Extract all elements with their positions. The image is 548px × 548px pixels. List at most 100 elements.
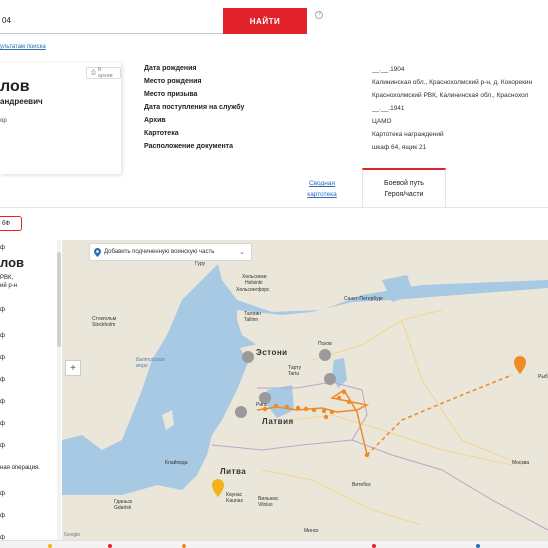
info-label-draft-place: Место призыва: [144, 91, 198, 98]
map-label-sea: Балтийское море: [136, 357, 165, 369]
list-item[interactable]: ф: [0, 490, 5, 498]
map-label-city: Гуру: [195, 261, 206, 267]
info-value-document-location: шкаф 64, ящик 21: [372, 144, 427, 151]
legend-red-dot: [108, 544, 112, 548]
chevron-down-icon: ⌄: [239, 249, 245, 256]
combat-path-list[interactable]: ф лов РВК, ий р-н ф ф ф ф ф ф ф ная опер…: [0, 240, 62, 548]
route-point: [284, 404, 290, 410]
route-point: [295, 405, 301, 411]
tabs-divider: [0, 207, 548, 208]
route-point: [336, 395, 342, 401]
grey-star-marker: [242, 351, 254, 363]
map-pin-icon: [94, 248, 101, 257]
search-input[interactable]: 04: [0, 8, 223, 34]
person-rank: ор: [0, 118, 7, 124]
map-label-city: Tallinn: [244, 317, 259, 323]
map-label-city: Клайпеда: [165, 460, 188, 466]
search-button[interactable]: НАЙТИ: [223, 8, 307, 34]
filter-chip[interactable]: бФ: [0, 216, 22, 231]
info-label-document-location: Расположение документа: [144, 143, 234, 150]
route-point: [346, 399, 352, 405]
list-item[interactable]: ф: [0, 306, 5, 314]
info-value-service-date: __.__.1941: [372, 105, 405, 112]
list-item[interactable]: РВК,: [0, 274, 13, 282]
map-label-city: Москва: [512, 460, 530, 466]
map-label-city: Хельсингфорс: [236, 287, 270, 293]
legend-orange-dot: [182, 544, 186, 548]
tab-summary-line1: Сводная: [308, 180, 336, 187]
map-label-city: Витебск: [352, 482, 371, 488]
list-item[interactable]: ф: [0, 442, 5, 450]
map-label-city: Tartu: [288, 371, 300, 377]
grey-star-marker: [324, 373, 336, 385]
grey-star-marker: [319, 349, 331, 361]
list-surname: лов: [0, 255, 25, 270]
tab-combat-path-line1: Боевой путь: [384, 180, 424, 187]
legend-red-dot: [372, 544, 376, 548]
person-surname: лов: [0, 78, 30, 95]
info-label-archive: Архив: [144, 117, 166, 124]
route-point: [341, 389, 347, 395]
info-label-birth-date: Дата рождения: [144, 65, 197, 72]
list-item[interactable]: ф: [0, 398, 5, 406]
info-value-birth-date: __.__.1904: [372, 66, 405, 73]
list-item[interactable]: ф: [0, 332, 5, 340]
map-label-city: Псков: [318, 341, 332, 347]
map-label-city: Helsinki: [245, 280, 263, 286]
add-subordinate-unit-select[interactable]: Добавить подчиненную воинскую часть ⌄: [89, 243, 252, 261]
map-label-country: Литва: [220, 467, 247, 476]
map-label-city: Stockholm: [92, 322, 116, 328]
map-label-city: Gdańsk: [114, 505, 132, 511]
info-value-birth-place: Калининская обл., Краснохолмский р-н, д.…: [372, 79, 533, 86]
list-item[interactable]: ий р-н: [0, 282, 17, 290]
route-point: [303, 406, 309, 412]
help-icon[interactable]: ?: [315, 11, 323, 19]
tab-summary-card-index[interactable]: Сводная картотека: [306, 178, 338, 200]
archive-button[interactable]: ⎙ В архив: [86, 67, 121, 79]
list-item[interactable]: ная операция.: [0, 464, 40, 472]
map-label-city: Минск: [304, 528, 319, 534]
person-name: андреевич: [0, 97, 43, 106]
info-label-service-date: Дата поступления на службу: [144, 104, 245, 111]
map-label-country: Эстони: [256, 348, 288, 357]
route-point: [321, 408, 327, 414]
combat-path-map[interactable]: Добавить подчиненную воинскую часть ⌄ + …: [62, 240, 548, 540]
info-value-card-index: Картотека награждений: [372, 131, 444, 138]
route-point: [273, 403, 279, 409]
grey-star-marker: [235, 406, 247, 418]
map-label-city: Рига: [256, 402, 267, 408]
legend-yellow-dot: [48, 544, 52, 548]
legend-strip: [0, 540, 548, 548]
map-attribution: Google: [64, 532, 81, 538]
tab-combat-path[interactable]: Боевой путь Героя/части: [362, 168, 446, 208]
list-item[interactable]: ф: [0, 512, 5, 520]
list-item[interactable]: ф: [0, 244, 5, 252]
archive-icon: ⎙: [91, 69, 96, 76]
route-point: [311, 407, 317, 413]
legend-blue-dot: [476, 544, 480, 548]
list-item[interactable]: ф: [0, 420, 5, 428]
zoom-in-button[interactable]: +: [65, 360, 81, 376]
list-item[interactable]: ф: [0, 354, 5, 362]
info-label-birth-place: Место рождения: [144, 78, 202, 85]
route-point: [329, 409, 335, 415]
info-value-archive: ЦАМО: [372, 118, 392, 125]
map-label-city: Санкт-Петербург: [344, 296, 384, 302]
route-point: [364, 452, 370, 458]
list-item[interactable]: ф: [0, 376, 5, 384]
add-subordinate-unit-label: Добавить подчиненную воинскую часть: [104, 249, 215, 255]
tab-combat-path-line2: Героя/части: [384, 191, 424, 198]
map-label-city: Kaunas: [226, 498, 243, 504]
map-canvas: [62, 240, 548, 540]
back-to-results-link[interactable]: ультатам поиска: [0, 44, 46, 50]
route-point: [323, 414, 329, 420]
info-label-card-index: Картотека: [144, 130, 179, 137]
map-label-country: Латвия: [262, 417, 294, 426]
info-value-draft-place: Краснохолмский РВК, Калининская обл., Кр…: [372, 92, 529, 99]
land-scandinavia: [62, 240, 222, 450]
list-scrollbar-thumb[interactable]: [57, 252, 61, 347]
tab-summary-line2: картотека: [307, 191, 337, 198]
map-label-city: Vilnius: [258, 502, 273, 508]
map-label-city: Рыб: [538, 374, 548, 380]
land-gotland: [162, 410, 174, 430]
